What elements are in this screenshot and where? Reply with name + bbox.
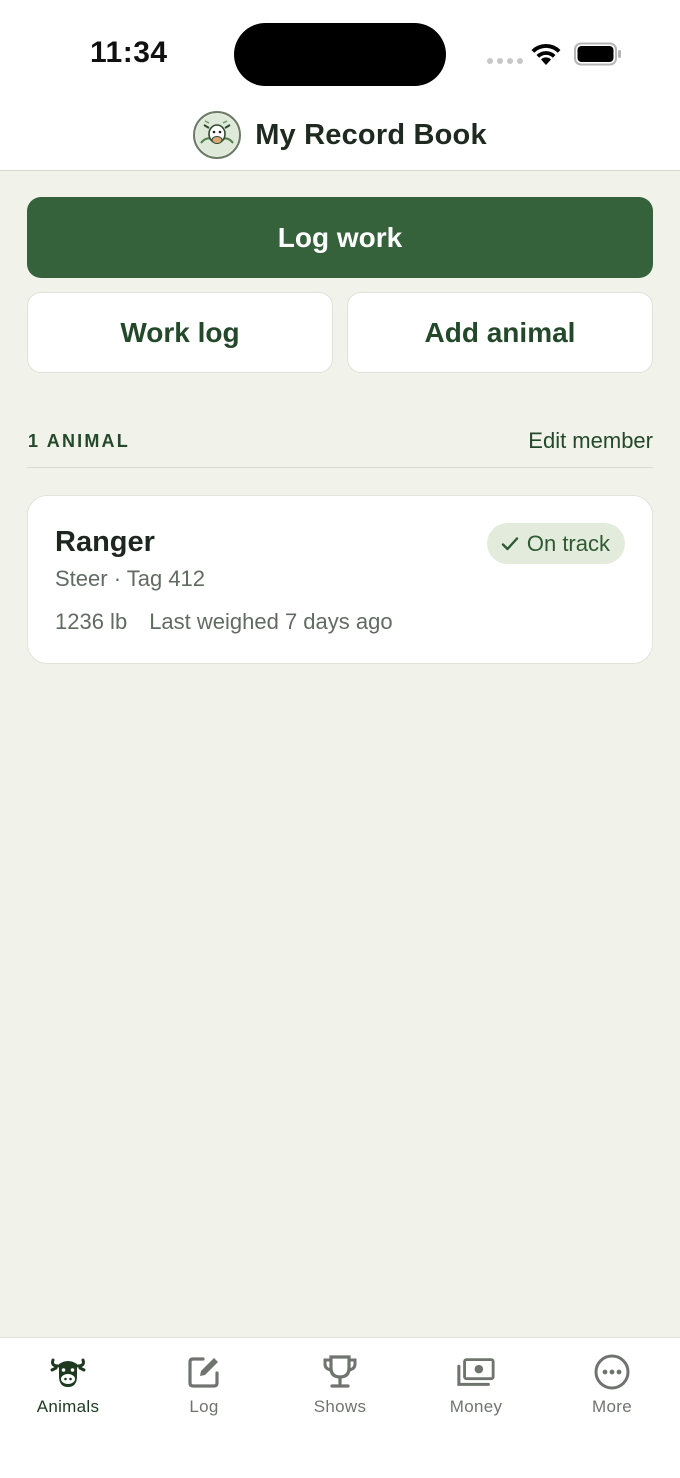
work-log-button[interactable]: Work log [27,292,333,373]
tab-label: More [592,1397,632,1416]
tab-log[interactable]: Log [136,1352,272,1432]
tab-label: Log [189,1397,219,1416]
status-badge: On track [486,523,625,564]
animal-subtitle: Steer · Tag 412 [55,566,206,591]
edit-icon [184,1352,224,1392]
animal-count-label: 1 ANIMAL [28,431,130,451]
log-work-button[interactable]: Log work [27,197,653,278]
cow-logo-icon [193,111,242,159]
tab-bar: Animals Log Shows Money More [0,1337,680,1478]
cellular-signal-icon [487,58,523,64]
tab-shows[interactable]: Shows [272,1352,408,1432]
tab-label: Shows [313,1397,367,1416]
tab-animals[interactable]: Animals [0,1352,136,1432]
trophy-icon [320,1352,360,1392]
animal-meta: 1236 lb Last weighed 7 days ago [55,609,393,635]
add-animal-button[interactable]: Add animal [347,292,653,373]
battery-icon [574,42,621,66]
edit-member-link[interactable]: Edit member [528,428,653,454]
divider [27,467,653,468]
status-bar: 11:34 [0,0,680,100]
status-badge-label: On track [526,530,610,556]
tab-label: Money [449,1397,503,1416]
status-time: 11:34 [90,36,168,69]
tab-more[interactable]: More [544,1352,680,1432]
animal-card[interactable]: Ranger Steer · Tag 412 1236 lb Last weig… [27,495,653,664]
tab-money[interactable]: Money [408,1352,544,1432]
animal-last-weighed: Last weighed 7 days ago [149,609,393,634]
cow-icon [48,1352,88,1392]
dynamic-island [234,23,446,86]
animal-weight: 1236 lb [55,609,128,634]
wifi-icon [531,43,561,65]
more-icon [592,1352,632,1392]
checkmark-icon [501,536,519,550]
tab-label: Animals [36,1397,100,1416]
animal-name: Ranger [55,526,155,558]
page-title: My Record Book [255,118,487,151]
money-icon [456,1352,496,1392]
app-header: My Record Book [0,100,680,171]
